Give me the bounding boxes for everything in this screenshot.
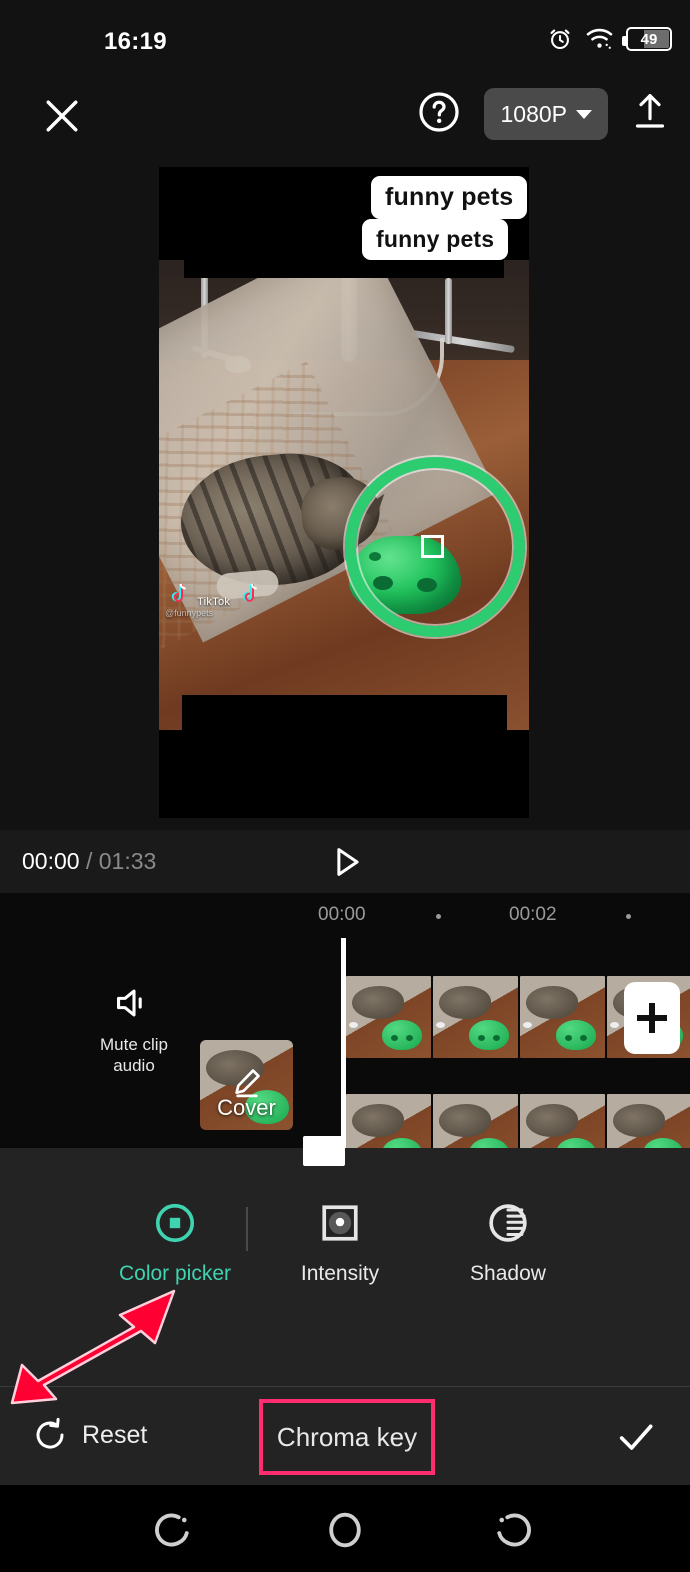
clip-frame[interactable] bbox=[520, 1094, 605, 1148]
status-bar-clock: 16:19 bbox=[104, 28, 167, 55]
timeline-playhead[interactable] bbox=[341, 938, 346, 1148]
timeline-ruler: 00:00 00:02 bbox=[0, 893, 690, 938]
close-button[interactable] bbox=[40, 94, 84, 138]
option-intensity[interactable]: Intensity bbox=[270, 1200, 410, 1286]
color-picker-crosshair[interactable] bbox=[421, 535, 444, 558]
secondary-thumbnail-strip[interactable] bbox=[346, 1094, 690, 1148]
chroma-key-title-highlight: Chroma key bbox=[259, 1399, 435, 1475]
letterbox-top-notch bbox=[184, 260, 504, 278]
options-divider bbox=[246, 1207, 248, 1251]
text-sticker-1[interactable]: funny pets bbox=[371, 176, 528, 219]
resolution-label: 1080P bbox=[500, 100, 567, 127]
android-nav-bar bbox=[0, 1485, 690, 1572]
toolbar-actions: 1080P bbox=[416, 88, 670, 140]
cover-button[interactable]: Cover bbox=[200, 1040, 293, 1130]
color-picker-icon bbox=[105, 1200, 245, 1246]
timeline[interactable]: 00:00 00:02 Mute clip audio bbox=[0, 893, 690, 1148]
tiktok-note-icon bbox=[171, 583, 186, 602]
confirm-button[interactable] bbox=[614, 1415, 658, 1459]
home-icon bbox=[329, 1512, 361, 1548]
clip-frame[interactable] bbox=[433, 976, 518, 1058]
alarm-icon bbox=[550, 29, 570, 50]
check-icon bbox=[619, 1424, 653, 1450]
clip-frame[interactable] bbox=[346, 1094, 431, 1148]
tiktok-watermark-label: TikTok bbox=[197, 596, 231, 608]
help-icon bbox=[419, 91, 460, 132]
add-clip-button[interactable] bbox=[624, 982, 680, 1054]
chair-leg2-icon bbox=[445, 278, 452, 344]
option-shadow-label: Shadow bbox=[470, 1262, 546, 1285]
tiktok-watermark: TikTok bbox=[167, 582, 260, 608]
clip-frame[interactable] bbox=[520, 976, 605, 1058]
letterbox-bottom bbox=[159, 730, 529, 818]
reset-button[interactable]: Reset bbox=[32, 1417, 147, 1453]
text-sticker-2[interactable]: funny pets bbox=[362, 219, 509, 260]
clip-trim-handle[interactable] bbox=[303, 1136, 345, 1166]
status-bar-icons: 49 bbox=[547, 26, 672, 52]
option-color-picker[interactable]: Color picker bbox=[105, 1200, 245, 1286]
playback-time: 00:00 / 01:33 bbox=[22, 848, 156, 875]
plus-icon bbox=[637, 1003, 667, 1033]
back-button[interactable] bbox=[491, 1507, 537, 1553]
shadow-icon bbox=[438, 1200, 578, 1246]
letterbox-bottom-notch bbox=[182, 695, 507, 730]
total-time: 01:33 bbox=[98, 848, 157, 874]
mute-label-line1: Mute clip bbox=[99, 1035, 169, 1054]
pencil-icon bbox=[234, 1069, 260, 1098]
ruler-tick-1 bbox=[436, 914, 441, 919]
cover-label: Cover bbox=[217, 1095, 276, 1120]
reset-label: Reset bbox=[82, 1420, 148, 1449]
video-canvas[interactable]: TikTok @funnypets funny pets funny pets bbox=[159, 167, 529, 818]
close-icon bbox=[46, 100, 78, 132]
status-bar: 16:19 49 bbox=[0, 0, 690, 72]
clip-frame[interactable] bbox=[433, 1094, 518, 1148]
current-time: 00:00 bbox=[22, 848, 80, 874]
ruler-tick-2 bbox=[626, 914, 631, 919]
export-icon bbox=[635, 93, 665, 128]
option-shadow[interactable]: Shadow bbox=[438, 1200, 578, 1286]
recents-button[interactable] bbox=[149, 1507, 195, 1553]
clip-frame[interactable] bbox=[607, 1094, 690, 1148]
chevron-down-icon bbox=[576, 109, 592, 119]
ruler-label-1: 00:02 bbox=[509, 904, 557, 925]
mute-label-line2: audio bbox=[113, 1056, 155, 1075]
play-button[interactable] bbox=[327, 843, 365, 881]
timeline-clip-track[interactable] bbox=[346, 938, 690, 1148]
battery-icon: 49 bbox=[622, 27, 672, 51]
ruler-label-0: 00:00 bbox=[318, 904, 366, 925]
mute-clip-audio-button[interactable]: Mute clip audio bbox=[88, 986, 180, 1076]
reset-icon bbox=[36, 1417, 64, 1449]
intensity-icon bbox=[270, 1200, 410, 1246]
chroma-key-title: Chroma key bbox=[276, 1421, 418, 1452]
chroma-options-row: Color picker Intensity Shadow bbox=[0, 1148, 690, 1386]
chroma-key-editor-screen: 16:19 49 1080P TikTok @funnypets funny p… bbox=[0, 0, 690, 1572]
clip-frame[interactable] bbox=[346, 976, 431, 1058]
resolution-selector[interactable]: 1080P bbox=[484, 88, 608, 140]
time-separator: / bbox=[85, 848, 93, 874]
home-button[interactable] bbox=[322, 1507, 368, 1553]
help-button[interactable] bbox=[416, 89, 462, 140]
bottom-action-bar: Reset Chroma key bbox=[0, 1386, 690, 1485]
option-intensity-label: Intensity bbox=[300, 1262, 380, 1285]
video-preview-area: TikTok @funnypets funny pets funny pets bbox=[0, 167, 690, 830]
playback-bar: 00:00 / 01:33 bbox=[0, 830, 690, 893]
option-color-picker-label: Color picker bbox=[118, 1262, 232, 1285]
battery-level: 49 bbox=[640, 30, 658, 48]
export-button[interactable] bbox=[630, 90, 670, 139]
play-icon bbox=[337, 848, 359, 876]
tiktok-note-icon-2 bbox=[243, 583, 257, 602]
tiktok-username: @funnypets bbox=[165, 608, 214, 618]
top-toolbar: 1080P bbox=[0, 72, 690, 167]
recents-icon bbox=[155, 1513, 189, 1547]
wifi-icon bbox=[586, 28, 613, 49]
speaker-icon bbox=[117, 989, 142, 1017]
back-icon bbox=[497, 1513, 531, 1547]
